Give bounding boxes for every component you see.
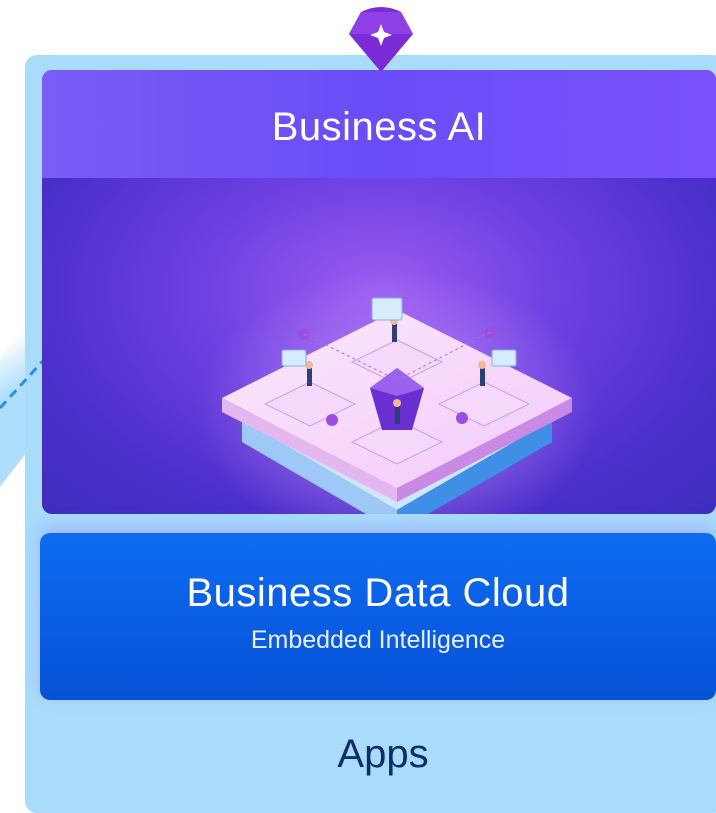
business-data-cloud-subtitle: Embedded Intelligence xyxy=(250,626,506,654)
business-data-cloud-title: Business Data Cloud xyxy=(186,571,570,615)
business-ai-header: Business AI xyxy=(42,70,716,178)
gem-sparkle-icon xyxy=(349,7,413,72)
apps-title: Apps xyxy=(337,732,429,776)
isometric-platform-illustration xyxy=(197,270,597,514)
business-ai-title: Business AI xyxy=(271,104,487,149)
business-data-cloud-layer: Business Data Cloud Embedded Intelligenc… xyxy=(40,533,716,700)
business-ai-layer: Business AI xyxy=(42,70,716,514)
